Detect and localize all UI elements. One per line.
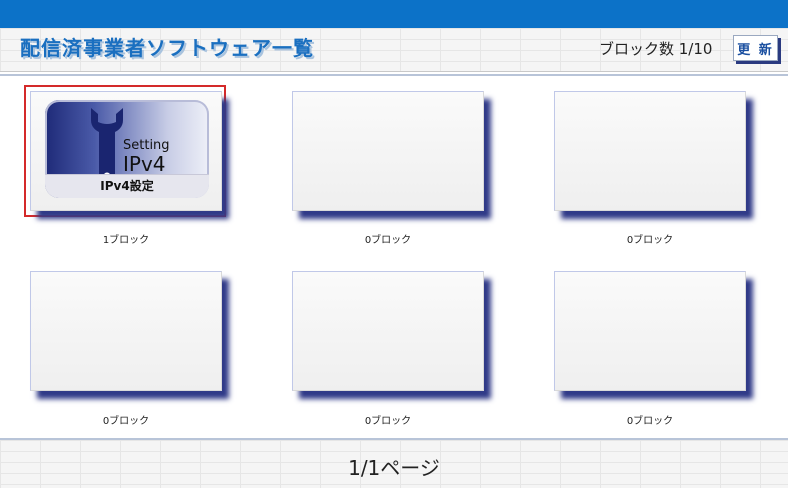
software-tile-3[interactable] [554, 91, 746, 211]
tile-label-4: 0ブロック [102, 416, 150, 427]
software-tile-2[interactable] [292, 91, 484, 211]
top-bar [0, 0, 788, 28]
page-indicator: 1/1ページ [348, 456, 440, 480]
page-header: 配信済事業者ソフトウェア一覧 ブロック数 1/10 更 新 [0, 28, 788, 72]
tile-label-3: 0ブロック [626, 235, 674, 246]
software-tile-5[interactable] [292, 271, 484, 391]
software-tile-6[interactable] [554, 271, 746, 391]
icon-subtitle: IPv4設定 [100, 179, 154, 193]
block-count: ブロック数 1/10 [599, 40, 713, 58]
icon-ipv4-text: IPv4 [123, 152, 166, 176]
icon-setting-text: Setting [123, 138, 170, 153]
software-tile-1[interactable]: Setting IPv4 IPv4設定 [30, 91, 222, 211]
header-divider [0, 74, 788, 76]
tile-label-2: 0ブロック [364, 235, 412, 246]
tile-label-1: 1ブロック [102, 235, 150, 246]
refresh-button[interactable]: 更 新 [733, 35, 778, 61]
tile-label-6: 0ブロック [626, 416, 674, 427]
page-footer: 1/1ページ [0, 438, 788, 488]
page-title: 配信済事業者ソフトウェア一覧 [20, 36, 314, 60]
software-tile-4[interactable] [30, 271, 222, 391]
tile-label-5: 0ブロック [364, 416, 412, 427]
ipv4-setting-app-icon: Setting IPv4 IPv4設定 [45, 100, 209, 198]
